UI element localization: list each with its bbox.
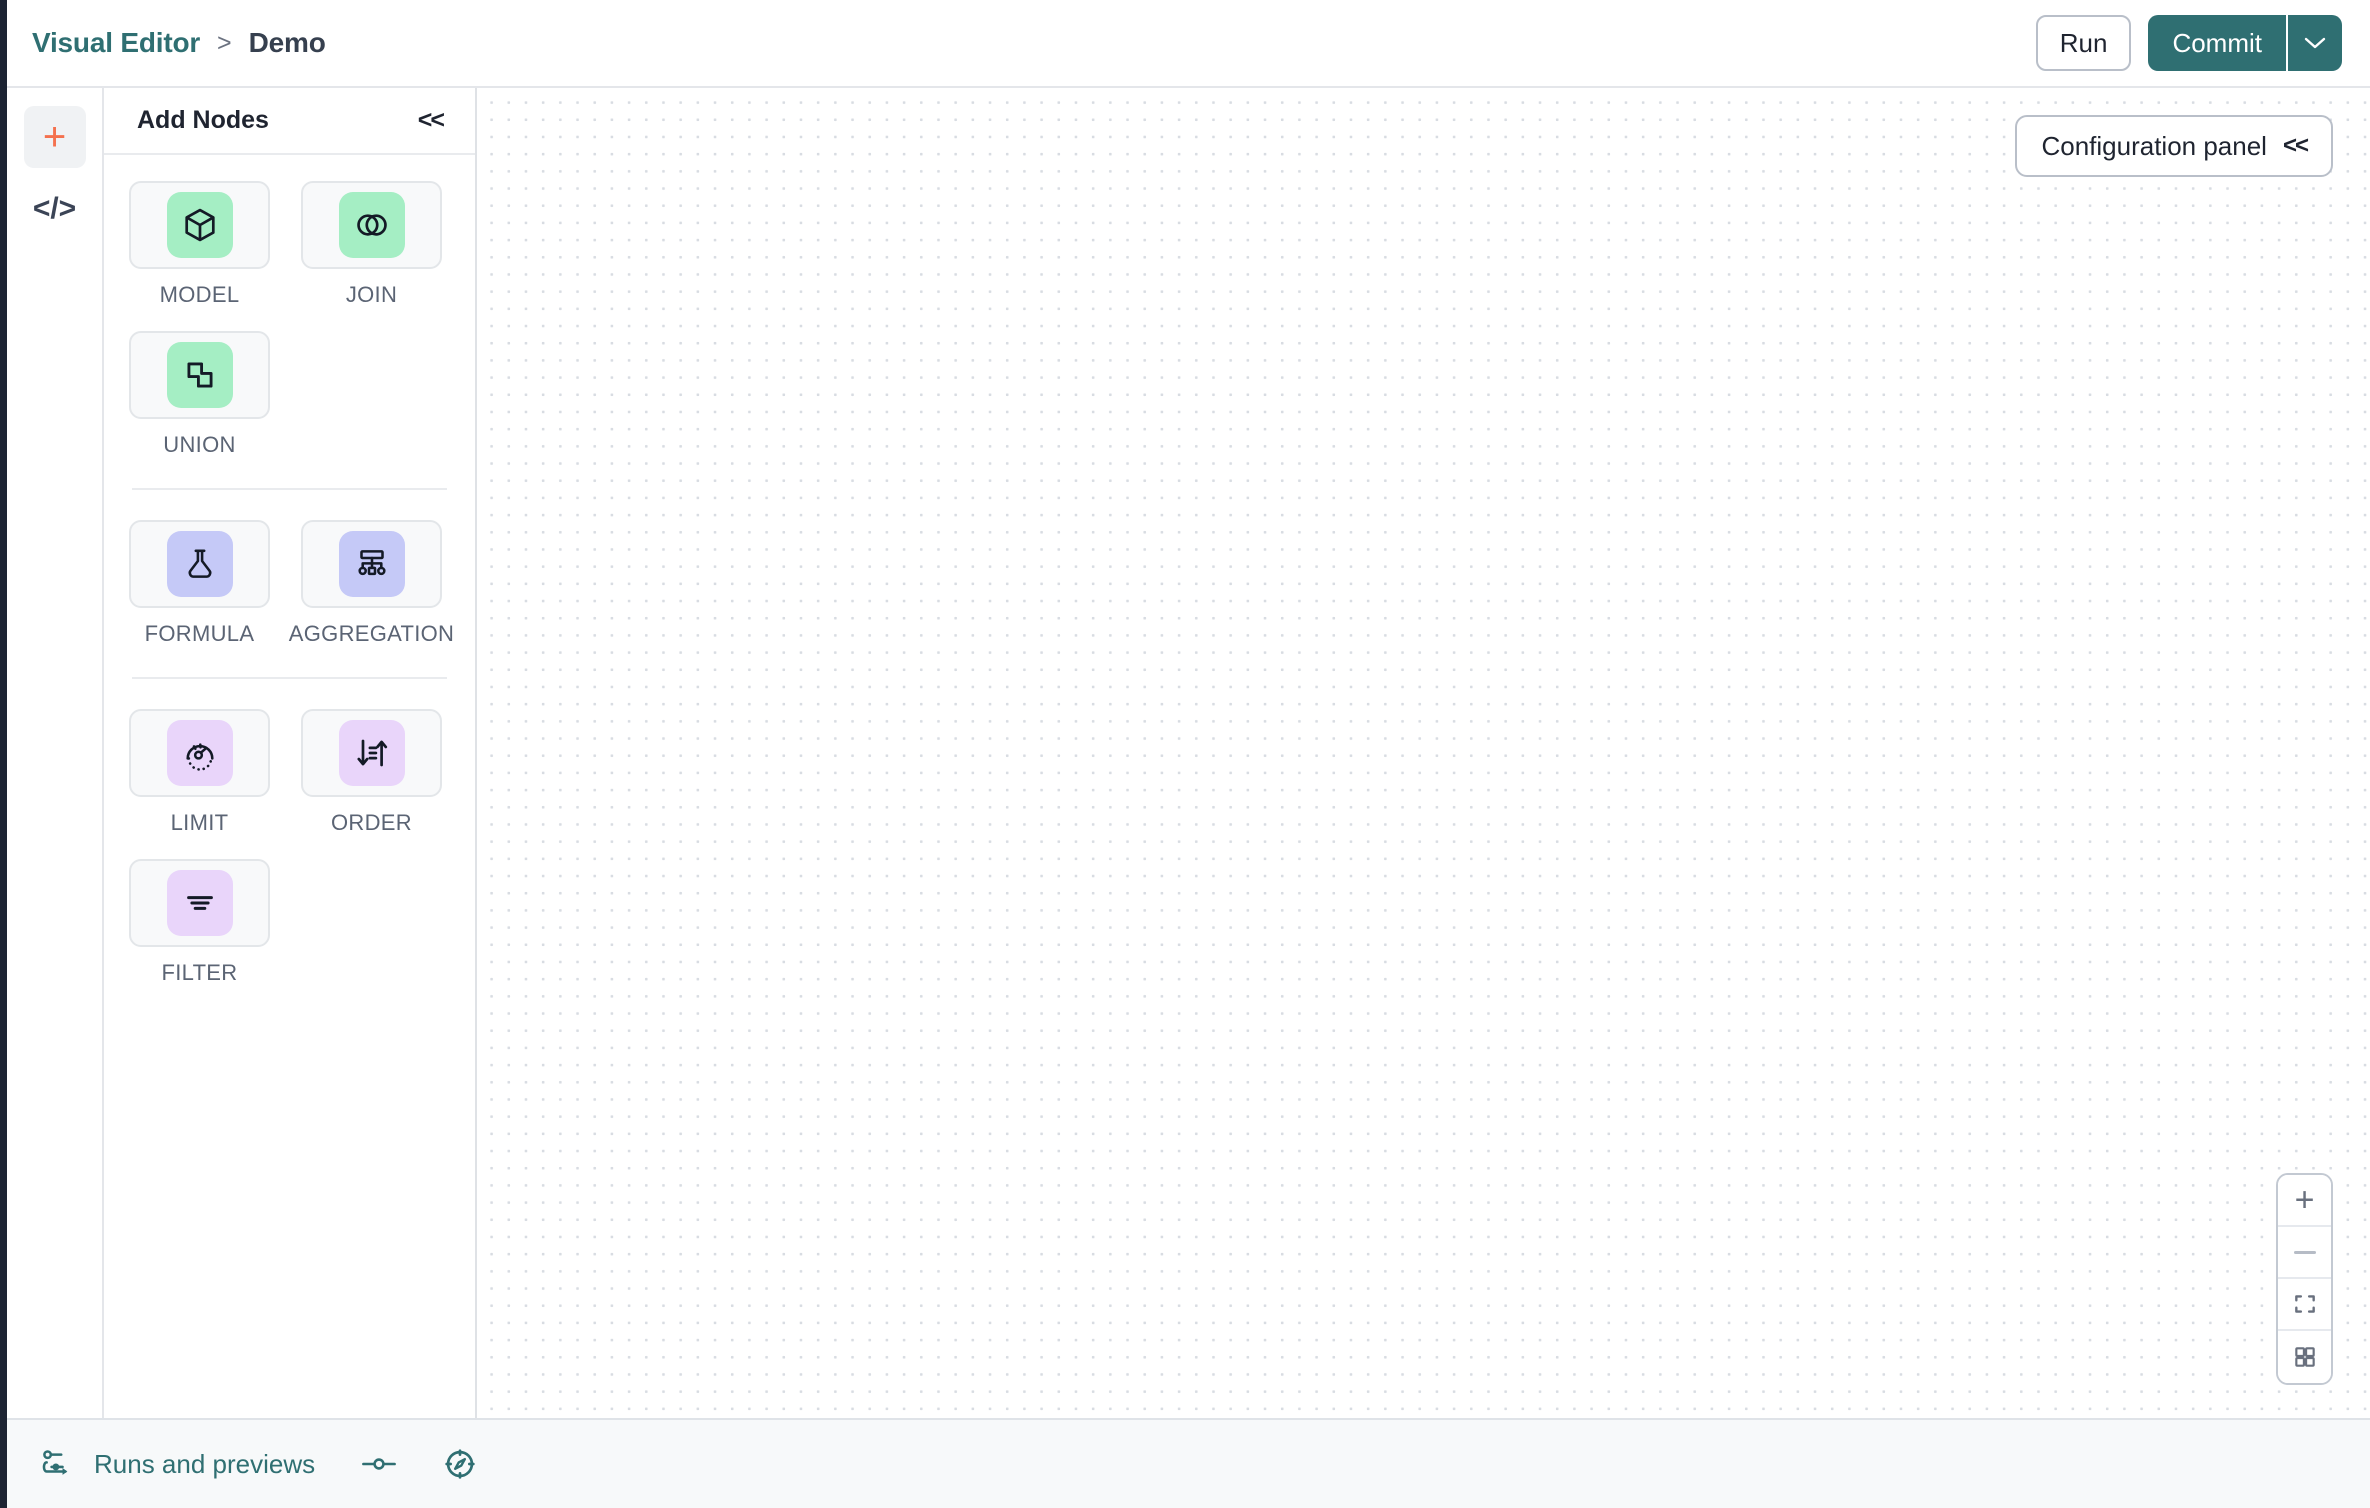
runs-and-previews-label: Runs and previews <box>94 1448 316 1479</box>
code-view-rail-button[interactable]: </> <box>24 178 86 240</box>
left-icon-rail: + </> <box>7 88 102 1418</box>
node-group-modifiers: LIMIT ORDER FILTER <box>104 709 475 1009</box>
grid-toggle-button[interactable] <box>2278 1331 2331 1383</box>
cube-icon <box>184 208 215 242</box>
group-divider <box>132 488 447 490</box>
node-label: UNION <box>163 432 236 457</box>
zoom-controls: + <box>2276 1173 2333 1385</box>
pipeline-slider-button[interactable] <box>359 1451 399 1477</box>
plus-icon: + <box>2294 1181 2315 1219</box>
sort-arrows-icon <box>356 739 387 767</box>
node-swatch <box>166 342 233 408</box>
node-card <box>301 709 442 797</box>
zoom-out-button[interactable] <box>2278 1227 2331 1279</box>
visual-editor-app: Visual Editor > Demo Run Commit + </> Ad… <box>0 0 2370 1508</box>
node-item-filter[interactable]: FILTER <box>129 859 270 986</box>
node-label: MODEL <box>159 282 240 307</box>
minus-icon <box>2293 1250 2316 1254</box>
venn-join-icon <box>356 214 387 236</box>
commit-button-group: Commit <box>2148 15 2342 71</box>
node-label: FORMULA <box>144 621 255 646</box>
node-card <box>301 181 442 269</box>
add-nodes-body: MODEL JOIN UNION FORMULA AGGREGATION LIM… <box>104 155 475 1009</box>
run-button[interactable]: Run <box>2035 15 2132 71</box>
bottom-bar: Runs and previews <box>7 1418 2370 1508</box>
node-card <box>129 520 270 608</box>
panel-title: Add Nodes <box>137 106 269 134</box>
node-card <box>129 709 270 797</box>
node-item-formula[interactable]: FORMULA <box>129 520 270 647</box>
collapse-panel-icon[interactable]: << <box>418 106 445 135</box>
top-bar-actions: Run Commit <box>2035 15 2342 71</box>
app-edge-rail <box>0 0 7 1508</box>
flask-icon <box>188 549 211 578</box>
node-swatch <box>338 192 405 258</box>
node-swatch <box>166 192 233 258</box>
slider-handle-icon <box>362 1458 397 1470</box>
add-nodes-rail-button[interactable]: + <box>23 106 86 168</box>
node-label: LIMIT <box>170 810 229 835</box>
node-group-sources: MODEL JOIN UNION <box>104 181 475 481</box>
breadcrumb-separator: > <box>217 28 232 57</box>
node-item-aggregation[interactable]: AGGREGATION <box>289 520 454 647</box>
node-item-join[interactable]: JOIN <box>301 181 442 308</box>
fit-screen-icon <box>2294 1295 2315 1313</box>
fit-view-button[interactable] <box>2278 1279 2331 1331</box>
flow-runs-icon <box>42 1450 68 1475</box>
zoom-in-button[interactable]: + <box>2278 1175 2331 1227</box>
gauge-icon <box>185 743 214 771</box>
compass-button[interactable] <box>443 1447 477 1481</box>
node-label: JOIN <box>345 282 398 307</box>
filter-lines-icon <box>186 896 213 910</box>
top-bar: Visual Editor > Demo Run Commit <box>7 0 2370 88</box>
node-card <box>129 331 270 419</box>
runs-and-previews-button[interactable]: Runs and previews <box>40 1448 315 1480</box>
compass-icon <box>445 1449 475 1479</box>
node-swatch <box>338 720 405 786</box>
node-swatch <box>166 870 233 936</box>
flow-canvas[interactable]: Configuration panel << + <box>477 88 2370 1418</box>
node-card <box>129 859 270 947</box>
configuration-panel-label: Configuration panel <box>2041 130 2267 161</box>
node-card <box>301 520 442 608</box>
node-group-transforms: FORMULA AGGREGATION <box>104 520 475 670</box>
union-shapes-icon <box>186 362 213 388</box>
commit-dropdown-button[interactable] <box>2286 15 2342 71</box>
node-label: FILTER <box>161 960 238 985</box>
node-swatch <box>166 531 233 597</box>
node-label: AGGREGATION <box>288 621 455 646</box>
node-item-limit[interactable]: LIMIT <box>129 709 270 836</box>
node-label: ORDER <box>331 810 412 835</box>
add-nodes-panel: Add Nodes << MODEL JOIN UNION FORMULA AG… <box>102 88 477 1418</box>
node-item-union[interactable]: UNION <box>129 331 270 458</box>
breadcrumb-root-link[interactable]: Visual Editor <box>32 27 200 59</box>
node-swatch <box>338 531 405 597</box>
plus-icon: + <box>42 115 67 159</box>
configuration-panel-button[interactable]: Configuration panel << <box>2015 115 2333 177</box>
code-brackets-icon: </> <box>32 192 77 225</box>
grid-squares-icon <box>2294 1347 2315 1367</box>
node-swatch <box>166 720 233 786</box>
hierarchy-icon <box>357 550 386 576</box>
node-item-model[interactable]: MODEL <box>129 181 270 308</box>
configuration-panel-collapse-icon: << <box>2282 132 2309 159</box>
group-divider <box>132 677 447 679</box>
chevron-down-icon <box>2304 37 2326 49</box>
node-item-order[interactable]: ORDER <box>301 709 442 836</box>
breadcrumb-current: Demo <box>248 27 326 58</box>
breadcrumb: Visual Editor > Demo <box>32 27 326 59</box>
commit-button[interactable]: Commit <box>2148 15 2286 71</box>
add-nodes-header: Add Nodes << <box>104 88 475 155</box>
node-card <box>129 181 270 269</box>
